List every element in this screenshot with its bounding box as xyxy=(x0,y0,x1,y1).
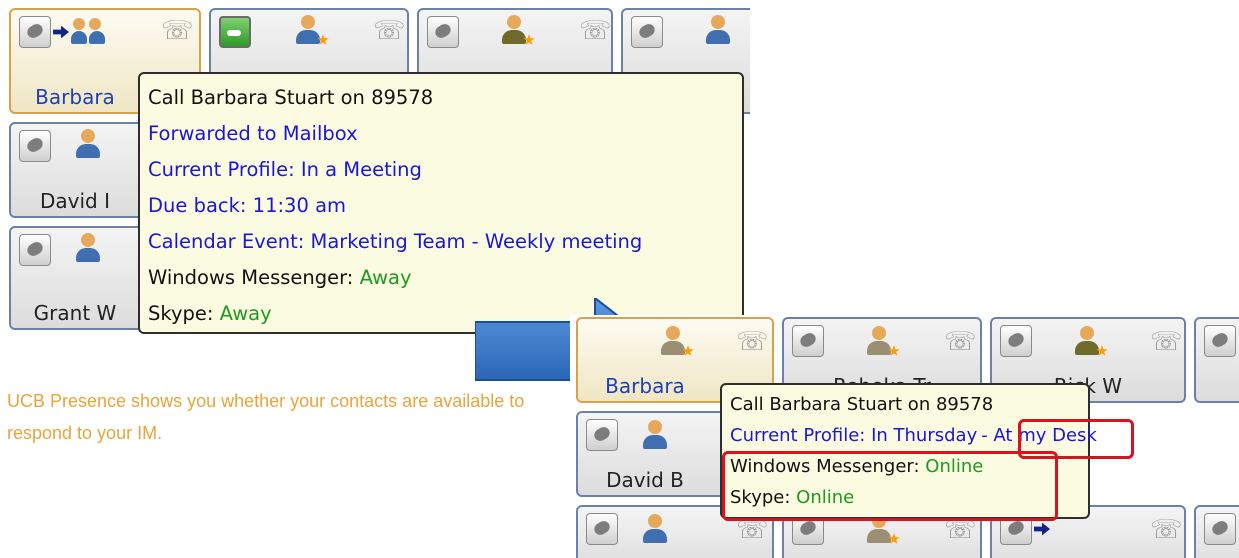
contact-icon xyxy=(658,325,688,357)
phone-handset-icon[interactable] xyxy=(586,513,618,545)
contact-icon xyxy=(640,513,670,545)
contact-icon xyxy=(293,14,323,46)
contact-icon xyxy=(1072,325,1102,357)
green-call-icon[interactable] xyxy=(219,16,251,48)
profile-text: Current Profile: In Thursday xyxy=(730,425,978,446)
phone-jack-icon[interactable]: ☏ xyxy=(579,18,611,44)
phone-jack-icon[interactable]: ☏ xyxy=(944,329,977,355)
skype-label: Skype: xyxy=(148,302,220,325)
phone-handset-icon[interactable] xyxy=(19,234,51,266)
phone-handset-icon[interactable] xyxy=(586,419,618,451)
windows-messenger-label: Windows Messenger: xyxy=(148,266,360,289)
phone-jack-icon[interactable]: ☏ xyxy=(736,329,769,355)
windows-messenger-status: Away xyxy=(359,266,412,289)
phone-handset-icon[interactable] xyxy=(427,16,459,48)
phone-jack-icon[interactable]: ☏ xyxy=(1150,517,1183,543)
due-back-line: Due back: 11:30 am xyxy=(148,194,347,217)
contact-icon xyxy=(703,14,733,46)
phone-handset-icon[interactable] xyxy=(1204,325,1236,357)
contact-icon xyxy=(864,325,894,357)
phone-handset-icon[interactable] xyxy=(19,130,51,162)
phone-jack-icon[interactable]: ☏ xyxy=(1150,329,1183,355)
phone-jack-icon[interactable]: ☏ xyxy=(161,18,194,44)
contact-tile-5[interactable] xyxy=(1194,317,1239,403)
phone-jack-icon[interactable]: ☏ xyxy=(373,18,406,44)
windows-messenger-line: Windows Messenger: Away xyxy=(148,260,742,296)
caption-text: UCB Presence shows you whether your cont… xyxy=(7,391,525,443)
contact-icon xyxy=(640,419,670,451)
contact-tile-row3-d[interactable] xyxy=(1194,505,1239,558)
profile-line: Current Profile: In a Meeting xyxy=(148,158,422,181)
presence-tooltip: Call Barbara Stuart on 89578 Forwarded t… xyxy=(138,72,744,334)
highlight-online-status xyxy=(722,451,1058,521)
call-line[interactable]: Call Barbara Stuart on 89578 xyxy=(730,389,1088,420)
phone-handset-icon[interactable] xyxy=(19,16,51,48)
contact-icon xyxy=(499,14,529,46)
contact-pair-icon xyxy=(71,16,109,46)
phone-handset-icon[interactable] xyxy=(631,16,663,48)
bottom-screenshot: ☏ Barbara ☏ Rebeka Tr ☏ Rick W David B ☏… xyxy=(570,315,1239,558)
phone-handset-icon[interactable] xyxy=(1204,513,1236,545)
calendar-line: Calendar Event: Marketing Team - Weekly … xyxy=(148,230,643,253)
forward-arrow-icon xyxy=(1034,522,1050,536)
skype-status: Away xyxy=(219,302,272,325)
forward-arrow-icon xyxy=(53,25,69,39)
contact-icon xyxy=(73,128,103,160)
forwarded-line: Forwarded to Mailbox xyxy=(148,122,358,145)
phone-handset-icon[interactable] xyxy=(1000,325,1032,357)
contact-icon xyxy=(73,232,103,264)
phone-handset-icon[interactable] xyxy=(792,325,824,357)
call-line[interactable]: Call Barbara Stuart on 89578 xyxy=(148,80,742,116)
top-screenshot: ☏ Barbara ☏ ☏ David I Grant W Call Barba… xyxy=(0,0,750,345)
